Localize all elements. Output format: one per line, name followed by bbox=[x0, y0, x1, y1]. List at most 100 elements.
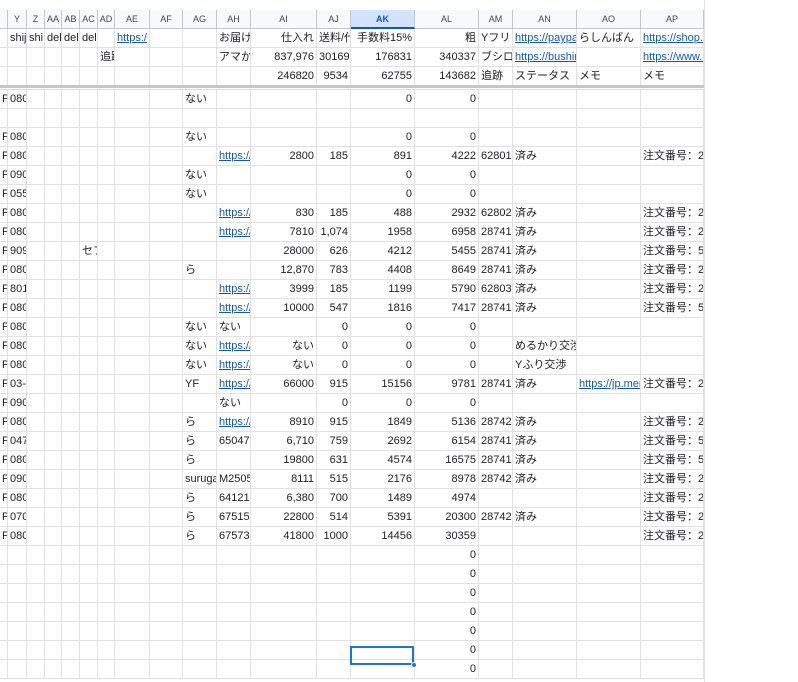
cell-ae[interactable] bbox=[115, 67, 150, 86]
cell-ah[interactable] bbox=[217, 660, 251, 679]
cell-ak[interactable]: 手数料15% bbox=[351, 29, 415, 48]
cell-x[interactable]: P bbox=[0, 280, 8, 299]
cell-ad[interactable] bbox=[98, 603, 115, 622]
cell-ae[interactable] bbox=[115, 223, 150, 242]
cell-af[interactable] bbox=[150, 432, 183, 451]
cell-ap[interactable] bbox=[641, 128, 704, 147]
cell-ac[interactable] bbox=[80, 166, 98, 185]
cell-y[interactable]: 090 bbox=[8, 470, 27, 489]
cell-ak[interactable]: 1849 bbox=[351, 413, 415, 432]
cell-ai[interactable] bbox=[251, 128, 317, 147]
cell-am[interactable] bbox=[479, 527, 513, 546]
cell-ai[interactable]: 10000 bbox=[251, 299, 317, 318]
cell-ah[interactable] bbox=[217, 603, 251, 622]
cell-ae[interactable] bbox=[115, 432, 150, 451]
cell-ao[interactable] bbox=[577, 280, 641, 299]
cell-z[interactable] bbox=[27, 660, 45, 679]
cell-z[interactable] bbox=[27, 48, 45, 67]
cell-ab[interactable] bbox=[62, 299, 80, 318]
cell-y[interactable]: 080 bbox=[8, 147, 27, 166]
cell-ao[interactable] bbox=[577, 603, 641, 622]
cell-aa[interactable] bbox=[45, 185, 62, 204]
cell-ah[interactable] bbox=[217, 261, 251, 280]
cell-an[interactable] bbox=[513, 641, 577, 660]
cell-z[interactable] bbox=[27, 432, 45, 451]
cell-an[interactable] bbox=[513, 109, 577, 128]
cell-aa[interactable] bbox=[45, 660, 62, 679]
cell-x[interactable] bbox=[0, 29, 8, 48]
cell-ap[interactable] bbox=[641, 546, 704, 565]
cell-x[interactable]: P bbox=[0, 147, 8, 166]
cell-ak[interactable]: 0 bbox=[351, 318, 415, 337]
cell-an[interactable]: めるかり交渉 bbox=[513, 337, 577, 356]
cell-aj[interactable]: 185 bbox=[317, 280, 351, 299]
cell-am[interactable]: 287418 bbox=[479, 375, 513, 394]
cell-x[interactable] bbox=[0, 584, 8, 603]
cell-ag[interactable]: YF bbox=[183, 375, 217, 394]
cell-ah[interactable]: お届け bbox=[217, 29, 251, 48]
cell-af[interactable] bbox=[150, 470, 183, 489]
cell-ab[interactable] bbox=[62, 67, 80, 86]
cell-ah[interactable]: https:// bbox=[217, 204, 251, 223]
cell-z[interactable] bbox=[27, 641, 45, 660]
cell-aj[interactable]: 759 bbox=[317, 432, 351, 451]
cell-z[interactable] bbox=[27, 356, 45, 375]
cell-ak[interactable]: 891 bbox=[351, 147, 415, 166]
cell-ao[interactable] bbox=[577, 166, 641, 185]
cell-an[interactable] bbox=[513, 565, 577, 584]
cell-ap[interactable] bbox=[641, 109, 704, 128]
cell-aj[interactable] bbox=[317, 565, 351, 584]
cell-ak[interactable]: 176831 bbox=[351, 48, 415, 67]
cell-ag[interactable]: ら bbox=[183, 508, 217, 527]
cell-ai[interactable]: 2800 bbox=[251, 147, 317, 166]
cell-ao[interactable] bbox=[577, 394, 641, 413]
cell-ac[interactable] bbox=[80, 67, 98, 86]
cell-ai[interactable] bbox=[251, 641, 317, 660]
cell-ah[interactable] bbox=[217, 622, 251, 641]
cell-ai[interactable]: 837,976 bbox=[251, 48, 317, 67]
cell-ak[interactable]: 0 bbox=[351, 356, 415, 375]
cell-am[interactable] bbox=[479, 622, 513, 641]
cell-ah[interactable]: https:// bbox=[217, 375, 251, 394]
cell-ad[interactable] bbox=[98, 527, 115, 546]
cell-aj[interactable] bbox=[317, 166, 351, 185]
cell-ao[interactable] bbox=[577, 565, 641, 584]
cell-an[interactable]: ステータス bbox=[513, 67, 577, 86]
cell-ae[interactable] bbox=[115, 546, 150, 565]
cell-an[interactable]: 済み bbox=[513, 451, 577, 470]
cell-ac[interactable] bbox=[80, 280, 98, 299]
cell-am[interactable]: 287420 bbox=[479, 470, 513, 489]
cell-ap[interactable] bbox=[641, 337, 704, 356]
cell-af[interactable] bbox=[150, 622, 183, 641]
cell-ao[interactable] bbox=[577, 622, 641, 641]
cell-ah[interactable]: https:// bbox=[217, 337, 251, 356]
cell-an[interactable]: 済み bbox=[513, 242, 577, 261]
cell-an[interactable]: https://paypa bbox=[513, 29, 577, 48]
cell-aj[interactable]: 514 bbox=[317, 508, 351, 527]
column-header-y[interactable]: Y bbox=[8, 10, 27, 29]
cell-ao[interactable] bbox=[577, 470, 641, 489]
cell-x[interactable]: P bbox=[0, 299, 8, 318]
cell-ao[interactable] bbox=[577, 318, 641, 337]
cell-ak[interactable]: 0 bbox=[351, 394, 415, 413]
cell-ab[interactable] bbox=[62, 603, 80, 622]
cell-ad[interactable] bbox=[98, 67, 115, 86]
cell-am[interactable] bbox=[479, 166, 513, 185]
cell-ap[interactable] bbox=[641, 622, 704, 641]
cell-al[interactable]: 16575 bbox=[415, 451, 479, 470]
cell-y[interactable]: 090 bbox=[8, 166, 27, 185]
cell-ao[interactable]: https://jp.mer bbox=[577, 375, 641, 394]
cell-ae[interactable] bbox=[115, 166, 150, 185]
cell-ac[interactable]: deli bbox=[80, 29, 98, 48]
cell-ap[interactable]: 注文番号：2 bbox=[641, 375, 704, 394]
cell-ap[interactable] bbox=[641, 166, 704, 185]
cell-ao[interactable] bbox=[577, 185, 641, 204]
cell-al[interactable]: 8978 bbox=[415, 470, 479, 489]
cell-ac[interactable] bbox=[80, 527, 98, 546]
cell-ap[interactable] bbox=[641, 356, 704, 375]
cell-ab[interactable] bbox=[62, 318, 80, 337]
cell-ah[interactable]: https:// bbox=[217, 299, 251, 318]
column-header-aj[interactable]: AJ bbox=[317, 10, 351, 29]
cell-aa[interactable] bbox=[45, 527, 62, 546]
cell-aj[interactable] bbox=[317, 641, 351, 660]
